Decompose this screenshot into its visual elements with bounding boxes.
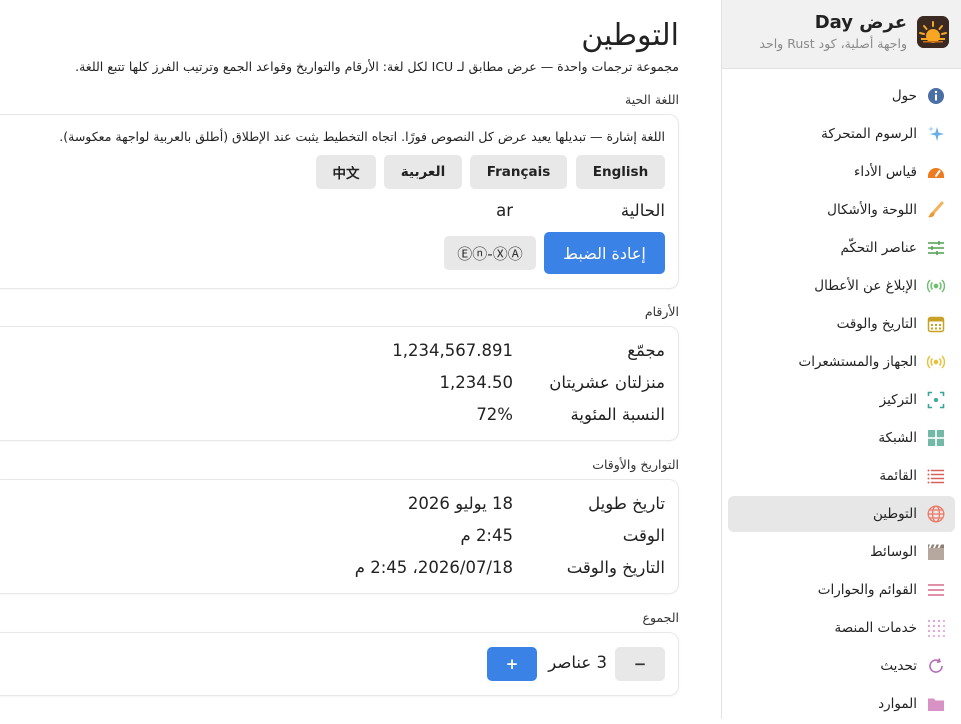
sidebar-item-localization[interactable]: التوطين	[728, 496, 955, 532]
gauge-icon	[927, 163, 945, 181]
section-label-live-language: اللغة الحية	[625, 92, 679, 107]
number-label-two-decimals: منزلتان عشريتان	[549, 373, 665, 392]
menu-icon	[927, 581, 945, 599]
sidebar-item-performance[interactable]: قياس الأداء	[728, 154, 955, 190]
sidebar-item-refresh[interactable]: تحديث	[728, 648, 955, 684]
app-logo-icon	[917, 16, 949, 48]
section-label-dates: التواريخ والأوقات	[592, 457, 679, 472]
current-language-value: ar	[496, 201, 513, 220]
sidebar-item-about[interactable]: حول	[728, 78, 955, 114]
sidebar-item-label: التركيز	[879, 392, 917, 408]
sidebar-item-controls[interactable]: عناصر التحكّم	[728, 230, 955, 266]
sidebar-item-label: الموارد	[878, 696, 917, 712]
sidebar-item-canvas[interactable]: اللوحة والأشكال	[728, 192, 955, 228]
app-title: عرض Day	[814, 12, 907, 33]
section-label-plurals: الجموع	[642, 610, 680, 625]
date-label-time: الوقت	[622, 526, 665, 545]
language-button-english[interactable]: English	[576, 155, 665, 189]
sidebar-item-label: الرسوم المتحركة	[821, 126, 917, 142]
date-value-long: 18 يوليو 2026	[407, 494, 513, 513]
folder-icon	[927, 695, 945, 713]
info-icon	[927, 87, 945, 105]
sidebar-item-label: قياس الأداء	[854, 164, 917, 180]
sidebar-item-focus[interactable]: التركيز	[728, 382, 955, 418]
number-value-percent: 72%	[476, 405, 513, 424]
sidebar-item-label: عناصر التحكّم	[840, 240, 917, 256]
date-value-datetime: 2026/07/18، 2:45 م	[354, 558, 513, 577]
date-label-long: تاريخ طويل	[588, 494, 665, 513]
sidebar-item-label: الجهاز والمستشعرات	[798, 354, 918, 370]
pseudo-locale-button[interactable]: Ⓔⓝ-ⓍⒶ	[444, 236, 536, 270]
dates-card: تاريخ طويل 18 يوليو 2026 الوقت 2:45 م ال…	[0, 479, 679, 594]
page-description: مجموعة ترجمات واحدة — عرض مطابق لـ ICU ل…	[75, 59, 679, 74]
numbers-card: مجمّع 1,234,567.891 منزلتان عشريتان 1,23…	[0, 326, 679, 441]
main-content: التوطين مجموعة ترجمات واحدة — عرض مطابق …	[0, 0, 720, 719]
language-button-arabic[interactable]: العربية	[384, 155, 462, 189]
number-label-grouped: مجمّع	[627, 341, 665, 360]
sidebar-item-animations[interactable]: الرسوم المتحركة	[728, 116, 955, 152]
sidebar-item-grid[interactable]: الشبكة	[728, 420, 955, 456]
increment-button[interactable]: +	[487, 647, 537, 681]
sliders-icon	[927, 239, 945, 257]
brush-icon	[927, 201, 945, 219]
live-language-hint: اللغة إشارة — تبديلها يعيد عرض كل النصوص…	[59, 129, 665, 144]
sidebar-item-media[interactable]: الوسائط	[728, 534, 955, 570]
broadcast-icon	[927, 277, 945, 295]
calendar-icon	[927, 315, 945, 333]
sensor-icon	[927, 353, 945, 371]
sidebar-item-label: حول	[891, 88, 917, 104]
sidebar-item-crash-reporting[interactable]: الإبلاغ عن الأعطال	[728, 268, 955, 304]
sidebar-item-label: تحديث	[880, 658, 917, 674]
language-button-french[interactable]: Français	[470, 155, 567, 189]
current-language-label: الحالية	[620, 201, 665, 220]
sidebar-item-label: القوائم والحوارات	[817, 582, 917, 598]
live-language-card: اللغة إشارة — تبديلها يعيد عرض كل النصوص…	[0, 114, 679, 289]
clapper-icon	[927, 543, 945, 561]
list-icon	[927, 467, 945, 485]
sidebar-item-label: الشبكة	[878, 430, 917, 446]
focus-icon	[927, 391, 945, 409]
sidebar-item-list[interactable]: القائمة	[728, 458, 955, 494]
section-label-numbers: الأرقام	[644, 304, 679, 319]
sidebar-item-label: خدمات المنصة	[834, 620, 917, 636]
sidebar-item-menus-dialogs[interactable]: القوائم والحوارات	[728, 572, 955, 608]
globe-icon	[927, 505, 945, 523]
plurals-card: − 3 عناصر +	[0, 632, 679, 696]
app-subtitle: واجهة أصلية، كود Rust واحد	[759, 36, 907, 51]
sidebar-item-device-sensors[interactable]: الجهاز والمستشعرات	[728, 344, 955, 380]
language-button-chinese[interactable]: 中文	[316, 155, 376, 189]
dots-grid-icon	[927, 619, 945, 637]
sidebar-item-label: التاريخ والوقت	[836, 316, 917, 332]
refresh-icon	[927, 657, 945, 675]
plural-count-text: 3 عناصر	[548, 653, 607, 672]
date-label-datetime: التاريخ والوقت	[566, 558, 665, 577]
sidebar-item-resources[interactable]: الموارد	[728, 686, 955, 722]
sidebar-item-label: اللوحة والأشكال	[827, 202, 917, 218]
decrement-button[interactable]: −	[615, 647, 665, 681]
sidebar-item-label: القائمة	[879, 468, 917, 484]
reset-button[interactable]: إعادة الضبط	[544, 232, 665, 274]
sidebar-item-label: الإبلاغ عن الأعطال	[814, 278, 917, 294]
sidebar: عرض Day واجهة أصلية، كود Rust واحد حول ا…	[721, 0, 961, 719]
sidebar-nav: حول الرسوم المتحركة قياس الأداء اللوحة و…	[728, 78, 955, 724]
number-value-two-decimals: 1,234.50	[439, 373, 513, 392]
grid-icon	[927, 429, 945, 447]
sidebar-header: عرض Day واجهة أصلية، كود Rust واحد	[722, 0, 961, 69]
number-value-grouped: 1,234,567.891	[392, 341, 513, 360]
sidebar-item-platform-services[interactable]: خدمات المنصة	[728, 610, 955, 646]
sidebar-item-label: الوسائط	[870, 544, 917, 560]
sparkles-icon	[927, 125, 945, 143]
number-label-percent: النسبة المئوية	[570, 405, 665, 424]
date-value-time: 2:45 م	[460, 526, 513, 545]
sidebar-item-date-time[interactable]: التاريخ والوقت	[728, 306, 955, 342]
sidebar-item-label: التوطين	[872, 506, 917, 522]
page-title: التوطين	[581, 18, 679, 53]
